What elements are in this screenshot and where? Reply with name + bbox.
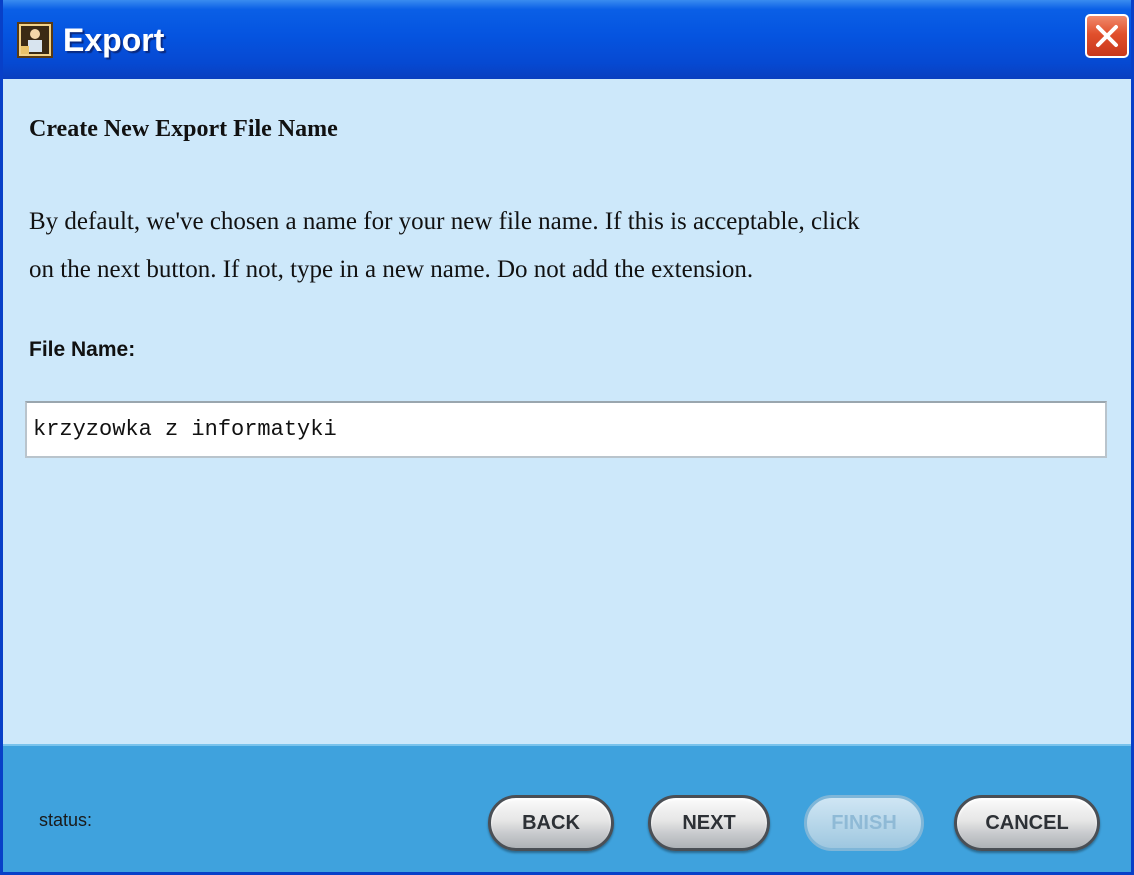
- next-button[interactable]: NEXT: [648, 795, 770, 851]
- description-line: on the next button. If not, type in a ne…: [29, 256, 754, 283]
- window-title: Export: [63, 22, 165, 58]
- close-button[interactable]: [1085, 14, 1129, 58]
- app-person-icon: [17, 22, 53, 58]
- status-label: status:: [39, 810, 93, 830]
- close-x-icon: [1096, 25, 1118, 47]
- description-text: By default, we've chosen a name for your…: [29, 198, 1119, 294]
- cancel-button[interactable]: CANCEL: [954, 795, 1100, 851]
- page-heading: Create New Export File Name: [29, 116, 338, 142]
- file-name-label: File Name:: [29, 338, 136, 361]
- export-dialog: Export Create New Export File Name By de…: [0, 0, 1134, 875]
- finish-button[interactable]: FINISH: [804, 795, 924, 851]
- back-button[interactable]: BACK: [488, 795, 614, 851]
- description-line: By default, we've chosen a name for your…: [29, 208, 860, 235]
- file-name-input[interactable]: [25, 401, 1107, 458]
- title-bar[interactable]: Export: [3, 0, 1131, 79]
